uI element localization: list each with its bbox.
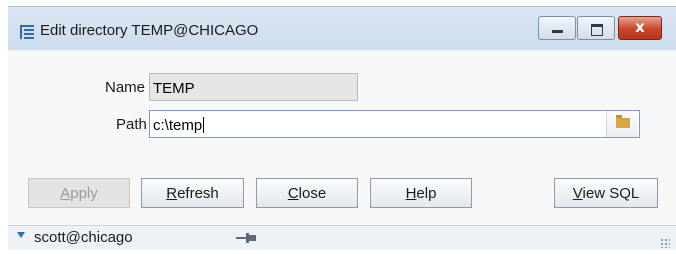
connection-label[interactable]: scott@chicago [34, 229, 133, 246]
close-mnemonic: C [287, 185, 299, 202]
view-sql-label: iew SQL [582, 185, 640, 202]
minimize-button[interactable] [538, 16, 576, 40]
folder-icon [616, 115, 630, 128]
apply-button[interactable]: Apply [28, 178, 130, 208]
path-label: Path [116, 116, 147, 133]
apply-label: pply [70, 185, 98, 202]
view-sql-mnemonic: V [572, 185, 583, 202]
window-title: Edit directory TEMP@CHICAGO [40, 22, 259, 39]
help-mnemonic: H [405, 185, 417, 202]
close-icon: x [635, 18, 645, 36]
path-value: c:\temp [153, 117, 203, 134]
path-input[interactable]: c:\temp [149, 110, 640, 138]
edit-directory-window: Edit directory TEMP@CHICAGO x Name TEMP … [0, 0, 676, 254]
maximize-button[interactable] [577, 16, 615, 40]
refresh-button[interactable]: Refresh [141, 178, 244, 208]
apply-mnemonic: A [60, 185, 71, 202]
connection-dropdown-icon[interactable] [17, 232, 25, 238]
refresh-label: efresh [177, 185, 219, 202]
close-button[interactable]: Close [256, 178, 358, 208]
close-label: lose [298, 185, 327, 202]
refresh-mnemonic: R [166, 185, 178, 202]
browse-folder-button[interactable] [606, 111, 638, 137]
resize-grip-icon[interactable] [660, 238, 670, 248]
close-window-button[interactable]: x [618, 16, 662, 40]
text-caret [203, 117, 205, 133]
view-sql-button[interactable]: View SQL [554, 178, 658, 208]
pin-icon[interactable] [236, 233, 256, 243]
help-label: elp [416, 185, 437, 202]
list-icon [20, 25, 34, 39]
name-field: TEMP [149, 73, 358, 101]
help-button[interactable]: Help [370, 178, 472, 208]
name-label: Name [105, 79, 146, 96]
